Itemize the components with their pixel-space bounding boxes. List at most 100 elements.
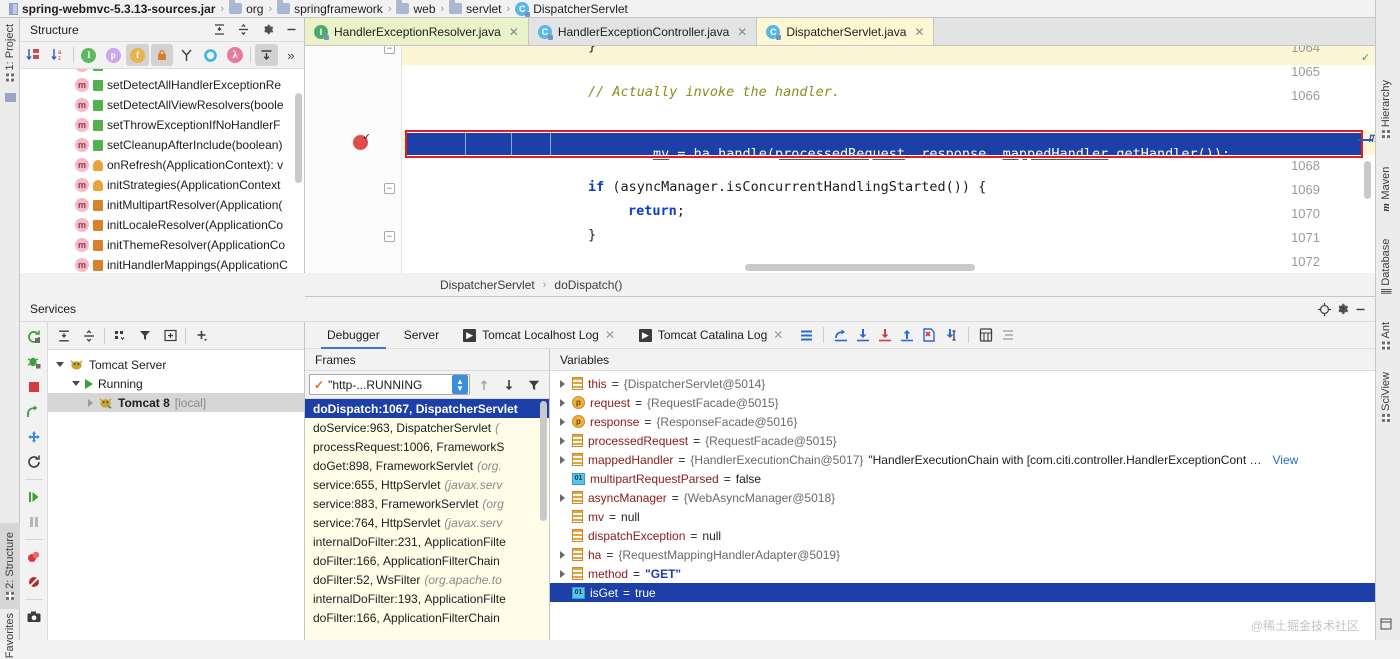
structure-list[interactable]: m msetDetectAllHandlerExceptionRe msetDe… (20, 69, 304, 273)
tool-window-ant[interactable]: Ant (1376, 314, 1396, 358)
breadcrumb-item-org[interactable]: org (226, 2, 266, 16)
frames-filter-icon[interactable] (523, 374, 545, 396)
breadcrumb-method[interactable]: doDispatch() (554, 278, 622, 292)
fold-marker-icon[interactable]: − (384, 46, 395, 54)
chevron-right-icon[interactable] (557, 437, 567, 445)
tool-window-favorites[interactable]: Favorites (0, 614, 20, 658)
tab-handlerexceptionresolver[interactable]: I HandlerExceptionResolver.java ✕ (305, 18, 529, 45)
breadcrumb-item-web[interactable]: web (393, 2, 438, 16)
breadcrumb-item-springframework[interactable]: springframework (274, 2, 386, 16)
evaluate-expression-icon[interactable] (975, 324, 997, 346)
frames-scrollbar[interactable] (540, 401, 547, 521)
hide-panel-icon[interactable] (282, 21, 300, 39)
frames-list[interactable]: doDispatch:1067, DispatcherServlet doSer… (305, 399, 549, 640)
close-icon[interactable]: ✕ (773, 328, 783, 342)
list-item[interactable]: msetCleanupAfterInclude(boolean) (20, 135, 282, 155)
tab-tomcat-localhost-log[interactable]: ▶ Tomcat Localhost Log ✕ (451, 322, 627, 349)
step-into-icon[interactable] (874, 324, 896, 346)
tab-tomcat-catalina-log[interactable]: ▶ Tomcat Catalina Log ✕ (627, 322, 795, 349)
show-fields-icon[interactable]: f (126, 44, 148, 66)
chevron-right-icon[interactable] (557, 570, 567, 578)
list-item[interactable]: msetThrowExceptionIfNoHandlerF (20, 115, 280, 135)
frame-item[interactable]: service:883, FrameworkServlet(org (305, 494, 549, 513)
expand-all-icon[interactable] (210, 21, 228, 39)
layout-settings-icon[interactable] (795, 324, 817, 346)
tool-window-maven[interactable]: m Maven (1376, 158, 1396, 220)
chevron-right-icon[interactable] (557, 380, 567, 388)
breakpoint-verified-icon[interactable] (353, 135, 368, 150)
frame-item[interactable]: doService:963, DispatcherServlet( (305, 418, 549, 437)
tool-window-sciview[interactable]: SciView (1376, 366, 1396, 428)
breadcrumb-class[interactable]: DispatcherServlet (440, 278, 535, 292)
gear-icon[interactable] (258, 21, 276, 39)
tree-item-tomcat-server[interactable]: Tomcat Server (48, 355, 304, 374)
frame-item[interactable]: doGet:898, FrameworkServlet(org. (305, 456, 549, 475)
restart-icon[interactable] (23, 451, 45, 473)
fold-marker-icon[interactable]: − (384, 183, 395, 194)
pause-icon[interactable] (23, 511, 45, 533)
breadcrumb-item-jar[interactable]: spring-webmvc-5.3.13-sources.jar (6, 2, 218, 16)
sort-by-visibility-icon[interactable] (22, 44, 44, 66)
frame-item[interactable]: doDispatch:1067, DispatcherServlet (305, 399, 549, 418)
show-properties-icon[interactable]: p (102, 44, 124, 66)
tree-item-tomcat-8[interactable]: Tomcat 8 [local] (48, 393, 304, 412)
variable-row-mappedhandler[interactable]: mappedHandler = {HandlerExecutionChain@5… (550, 450, 1375, 469)
variable-row-processedrequest[interactable]: processedRequest = {RequestFacade@5015} (550, 431, 1375, 450)
list-item[interactable]: minitThemeResolver(ApplicationCo (20, 235, 285, 255)
variable-row-asyncmanager[interactable]: asyncManager = {WebAsyncManager@5018} (550, 488, 1375, 507)
show-inherited-icon[interactable]: I (78, 44, 100, 66)
variable-row-this[interactable]: this = {DispatcherServlet@5014} (550, 374, 1375, 393)
tree-item-running[interactable]: Running (48, 374, 304, 393)
variable-row-mv[interactable]: mv = null (550, 507, 1375, 526)
chevron-down-icon[interactable] (72, 381, 80, 386)
filter-icon[interactable] (133, 325, 157, 347)
debug-icon[interactable] (23, 351, 45, 373)
run-to-cursor-icon[interactable] (940, 324, 962, 346)
list-item[interactable]: minitStrategies(ApplicationContext (20, 175, 280, 195)
inspection-ok-icon[interactable]: ✓ (1362, 50, 1369, 64)
show-lambdas-icon[interactable]: λ (224, 44, 246, 66)
list-item[interactable]: minitMultipartResolver(Application( (20, 195, 282, 215)
frame-item[interactable]: internalDoFilter:231, ApplicationFilte (305, 532, 549, 551)
force-step-over-icon[interactable] (830, 324, 852, 346)
services-tree[interactable]: Tomcat Server Running Tomcat 8 [local] (48, 322, 305, 640)
frame-up-icon[interactable] (473, 374, 495, 396)
view-breakpoints-icon[interactable] (23, 571, 45, 593)
variable-row-response[interactable]: p response = {ResponseFacade@5016} (550, 412, 1375, 431)
frame-item[interactable]: processRequest:1006, FrameworkS (305, 437, 549, 456)
editor-horizontal-scrollbar[interactable] (745, 264, 975, 271)
breadcrumb-item-dispatcherservlet[interactable]: C DispatcherServlet (512, 2, 631, 16)
breadcrumb-item-servlet[interactable]: servlet (446, 2, 504, 16)
chevron-right-icon[interactable] (557, 551, 567, 559)
add-tab-icon[interactable] (158, 325, 182, 347)
chevron-right-icon[interactable] (557, 418, 567, 426)
editor-vertical-scrollbar[interactable] (1364, 161, 1371, 199)
tab-debugger[interactable]: Debugger (315, 322, 392, 349)
collapse-all-icon[interactable] (77, 325, 101, 347)
frame-item[interactable]: doFilter:166, ApplicationFilterChain (305, 551, 549, 570)
tool-window-structure[interactable]: 2: Structure (0, 523, 20, 609)
structure-scrollbar[interactable] (295, 93, 302, 183)
screenshot-icon[interactable] (23, 606, 45, 628)
sort-alphabetically-icon[interactable]: az (46, 44, 68, 66)
error-stripe-marker[interactable] (1357, 139, 1373, 141)
variable-row-isget[interactable]: 01 isGet = true (550, 583, 1375, 602)
step-out-icon[interactable] (896, 324, 918, 346)
maximize-icon[interactable] (1376, 614, 1396, 634)
close-icon[interactable]: ✕ (605, 328, 615, 342)
list-item[interactable]: monRefresh(ApplicationContext): v (20, 155, 283, 175)
group-by-icon[interactable] (108, 325, 132, 347)
chevron-right-icon[interactable] (557, 456, 567, 464)
frame-item[interactable]: service:764, HttpServlet(javax.serv (305, 513, 549, 532)
stop-icon[interactable] (23, 376, 45, 398)
more-icon[interactable]: » (280, 44, 302, 66)
locate-icon[interactable] (1315, 300, 1333, 318)
variable-row-request[interactable]: p request = {RequestFacade@5015} (550, 393, 1375, 412)
settings-list-icon[interactable] (997, 324, 1019, 346)
show-non-public-icon[interactable] (151, 44, 173, 66)
tool-window-project[interactable]: 1: Project (0, 22, 20, 84)
autoscroll-to-source-icon[interactable] (255, 44, 277, 66)
step-over-icon[interactable] (852, 324, 874, 346)
tab-server[interactable]: Server (392, 322, 451, 349)
step-into-icon[interactable] (23, 426, 45, 448)
